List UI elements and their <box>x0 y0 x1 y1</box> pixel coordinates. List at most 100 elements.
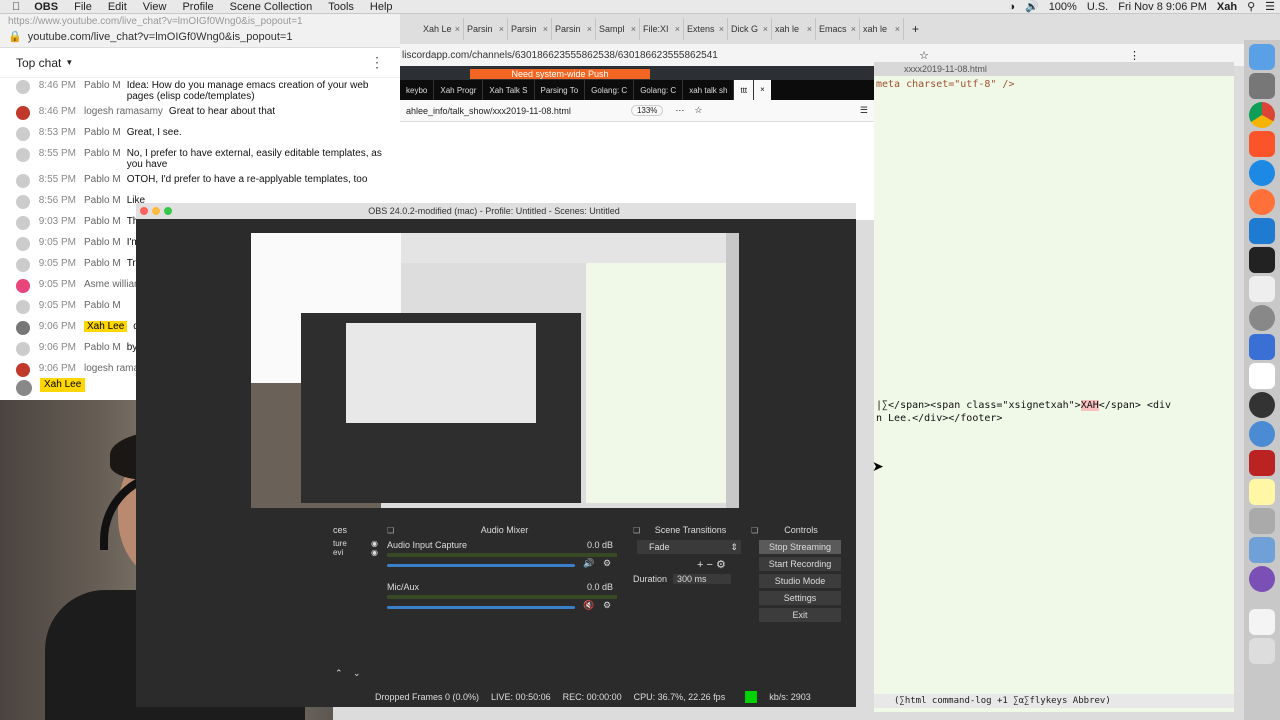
wifi-icon[interactable]: ◑ <box>1003 1 1020 13</box>
locale-label[interactable]: U.S. <box>1082 1 1113 13</box>
browser-tab[interactable]: Sampl × <box>596 18 640 40</box>
gear-icon[interactable]: ⚙ <box>716 559 726 571</box>
firefox-tab[interactable]: Xah Talk S <box>483 80 535 100</box>
dock-float-icon[interactable]: ❑ <box>633 526 640 535</box>
spotlight-search-icon[interactable]: ⚲ <box>1242 0 1260 13</box>
firefox-tab[interactable]: Xah Progr <box>434 80 484 100</box>
close-icon[interactable]: × <box>499 24 504 34</box>
firefox-tab[interactable]: Golang: C <box>634 80 684 100</box>
code-line[interactable]: meta charset="utf-8" /> <box>876 79 1014 90</box>
browser-tab[interactable]: Parsin × <box>464 18 508 40</box>
close-icon[interactable]: × <box>719 24 724 34</box>
close-icon[interactable]: × <box>543 24 548 34</box>
eye-icon[interactable]: ◉ <box>371 548 378 557</box>
brave-icon[interactable] <box>1249 131 1275 157</box>
page-actions-icon[interactable]: ⋯ <box>675 105 684 116</box>
volume-icon[interactable]: 🔊 <box>1020 0 1044 13</box>
transition-select[interactable]: Fade ⇕ <box>637 540 741 554</box>
chat-author[interactable]: Pablo M <box>84 258 127 269</box>
minimize-window-icon[interactable] <box>152 207 160 215</box>
close-icon[interactable]: × <box>675 24 680 34</box>
browser-tab[interactable]: Xah Le × <box>420 18 464 40</box>
system-preferences-icon[interactable] <box>1249 305 1275 331</box>
firefox-url[interactable]: ahlee_info/talk_show/xxx2019-11-08.html <box>406 106 571 116</box>
dock-float-icon[interactable]: ❑ <box>751 526 758 535</box>
firefox-icon[interactable] <box>1249 189 1275 215</box>
chat-author[interactable]: Pablo M <box>84 195 127 206</box>
address-text[interactable]: liscordapp.com/channels/6301866235558625… <box>400 50 718 61</box>
globe-icon[interactable] <box>1249 421 1275 447</box>
menu-icon[interactable]: ⋮ <box>1129 49 1140 62</box>
chat-message[interactable]: 8:46 PM logesh ramasamy Great to hear abou… <box>0 104 400 125</box>
chat-author[interactable]: Pablo M <box>84 127 127 138</box>
chrome-icon[interactable] <box>1249 102 1275 128</box>
launchpad-icon[interactable] <box>1249 73 1275 99</box>
chat-author[interactable]: logesh ramasamy <box>84 106 169 117</box>
browser-tab[interactable]: xah le × <box>860 18 904 40</box>
new-tab-icon[interactable]: + <box>904 22 919 36</box>
remove-transition-icon[interactable]: − <box>706 559 712 571</box>
document-icon[interactable] <box>1249 609 1275 635</box>
menu-edit[interactable]: Edit <box>100 1 135 13</box>
chat-message[interactable]: 8:53 PM Pablo M Great, I see. <box>0 125 400 146</box>
menu-profile[interactable]: Profile <box>174 1 221 13</box>
chat-author[interactable]: Pablo M <box>84 216 127 227</box>
menu-tools[interactable]: Tools <box>320 1 362 13</box>
more-options-icon[interactable]: ⋮ <box>370 54 384 71</box>
chat-author[interactable]: Pablo M <box>84 237 127 248</box>
emacs-icon[interactable] <box>1249 566 1275 592</box>
firefox-tab[interactable]: Parsing To <box>535 80 586 100</box>
battery-level[interactable]: 100% <box>1044 1 1082 13</box>
move-up-icon[interactable]: ⌃ <box>335 668 343 679</box>
close-icon[interactable]: × <box>455 24 460 34</box>
gear-icon[interactable]: ⚙ <box>603 558 611 569</box>
settings-button[interactable]: Settings <box>759 591 841 605</box>
hamburger-menu-icon[interactable]: ☰ <box>860 105 868 116</box>
user-name[interactable]: Xah <box>1212 1 1242 13</box>
close-icon[interactable]: × <box>631 24 636 34</box>
zoom-window-icon[interactable] <box>164 207 172 215</box>
gear-icon[interactable]: ⚙ <box>603 600 611 611</box>
close-icon[interactable]: × <box>587 24 592 34</box>
chat-author[interactable]: Pablo M <box>84 80 127 91</box>
chat-author[interactable]: Pablo M <box>84 300 127 311</box>
firefox-tab-active[interactable]: ttt <box>734 80 755 100</box>
browser-tab[interactable]: Dick G × <box>728 18 772 40</box>
dropdown-caret-icon[interactable]: ▼ <box>65 58 73 67</box>
activity-monitor-icon[interactable] <box>1249 334 1275 360</box>
finder-icon[interactable] <box>1249 44 1275 70</box>
terminal-icon[interactable] <box>1249 247 1275 273</box>
close-window-icon[interactable] <box>140 207 148 215</box>
trash-icon[interactable] <box>1249 638 1275 664</box>
speaker-icon[interactable]: 🔊 <box>583 558 594 569</box>
menu-file[interactable]: File <box>66 1 100 13</box>
browser-tab[interactable]: Extens × <box>684 18 728 40</box>
vscode-icon[interactable] <box>1249 218 1275 244</box>
chat-author[interactable]: Pablo M <box>84 174 127 185</box>
duration-input[interactable]: 300 ms <box>673 574 732 584</box>
code-line[interactable]: ∣∑</span><span class="xsignetxah">XAH</s… <box>876 400 1171 411</box>
chat-message[interactable]: 8:46 PM Pablo M Idea: How do you manage em… <box>0 78 400 104</box>
menu-view[interactable]: View <box>135 1 175 13</box>
bookmark-star-icon[interactable]: ☆ <box>694 105 702 116</box>
browser-tab[interactable]: xah le × <box>772 18 816 40</box>
photo-booth-icon[interactable] <box>1249 450 1275 476</box>
textedit-icon[interactable] <box>1249 276 1275 302</box>
star-icon[interactable]: ☆ <box>919 49 929 62</box>
volume-slider[interactable] <box>387 564 575 567</box>
stop-streaming-button[interactable]: Stop Streaming <box>759 540 841 554</box>
firefox-tab[interactable]: keybo <box>400 80 435 100</box>
preview-icon[interactable] <box>1249 537 1275 563</box>
source-item[interactable]: evi ◉ <box>333 548 378 557</box>
start-recording-button[interactable]: Start Recording <box>759 557 841 571</box>
source-item[interactable]: ture ◉ <box>333 539 378 548</box>
muted-speaker-icon[interactable]: 🔇 <box>583 600 594 611</box>
close-icon[interactable]: × <box>895 24 900 34</box>
telescope-icon[interactable] <box>1249 508 1275 534</box>
add-transition-icon[interactable]: + − ⚙ <box>697 558 748 571</box>
top-chat-dropdown[interactable]: Top chat <box>16 56 61 70</box>
browser-tab[interactable]: File:XI × <box>640 18 684 40</box>
chat-url-main[interactable]: 🔒 youtube.com/live_chat?v=lmOIGf0Wng0&is_… <box>8 30 392 44</box>
firefox-tab[interactable]: xah talk sh <box>683 80 735 100</box>
firefox-tab[interactable]: Golang: C <box>585 80 635 100</box>
